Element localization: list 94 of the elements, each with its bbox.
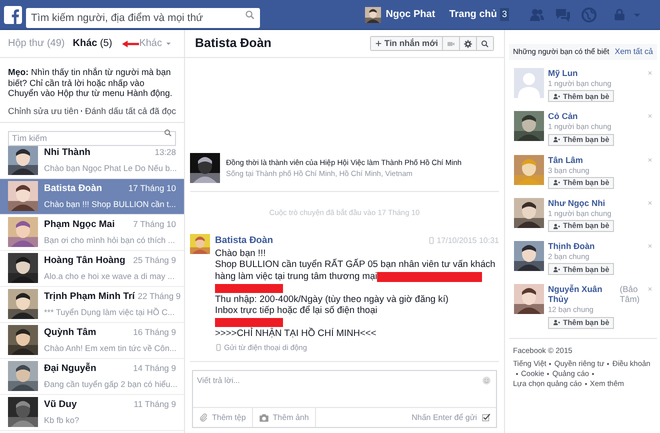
emoji-icon[interactable] — [482, 376, 491, 385]
message-text: Inbox trực tiếp hoặc để lại số điện thoại — [215, 304, 378, 318]
close-icon[interactable] — [647, 286, 653, 292]
caret-icon — [165, 40, 172, 47]
search-field[interactable]: Tìm kiếm — [8, 130, 176, 146]
camera-icon — [258, 412, 269, 422]
message-text: Shop BULLION cần tuyển RẤT GẤP 05 bạn nhân viên tư vấn khách — [215, 258, 496, 272]
settings-button[interactable] — [459, 37, 476, 50]
person-name[interactable]: Cỏ Cản — [548, 111, 578, 122]
thread-item[interactable]: Đại Nguyễn 14 Tháng 9 Đang cần tuyển gấp 2 bạn có hiểu... — [0, 358, 184, 395]
message-text: hàng làm việc tại trung tâm thương mại — [215, 270, 378, 283]
settings-icon — [464, 40, 472, 48]
friends-icon[interactable] — [529, 6, 545, 22]
message-text: >>>>CHỈ NHẬN TẠI HỒ CHÍ MINH<<< — [215, 327, 376, 340]
add-friend-icon — [553, 179, 560, 186]
add-friend-icon — [553, 136, 560, 143]
person-name[interactable]: Như Ngọc Nhi — [548, 198, 606, 208]
message-text: Chào bạn !!! — [215, 246, 266, 260]
thread-item[interactable]: Quỳnh Tâm 16 Tháng 9 Chào Anh! Em xem tin tức về Côn... — [0, 322, 184, 359]
message-time: 17/10/2015 10:31 — [436, 234, 499, 247]
redaction-bar — [215, 284, 283, 292]
globe-icon[interactable] — [581, 6, 597, 22]
phone-icon — [215, 344, 222, 351]
thread-time: 16 Tháng 9 — [133, 326, 176, 340]
thread-name: Nhi Thành — [44, 146, 90, 160]
thread-time: 7 Tháng 10 — [133, 218, 176, 232]
close-icon[interactable] — [647, 243, 653, 249]
thread-name: Hoàng Tân Hoàng — [44, 254, 126, 268]
lock-icon[interactable] — [613, 8, 626, 21]
facebook-logo[interactable] — [4, 6, 22, 24]
phone-icon — [428, 237, 435, 244]
search-icon — [481, 40, 489, 48]
redaction-bar — [215, 318, 283, 327]
thread-item[interactable]: Phạm Ngọc Mai 7 Tháng 10 Bạn ơi cho mình hỏi bạn có thích ... — [0, 214, 184, 251]
tip-link[interactable]: Chỉnh sửa ưu tiên — [8, 104, 78, 118]
plus-icon — [375, 40, 382, 47]
thread-time: 22 Tháng 9 — [138, 290, 181, 304]
thread-time: 11 Tháng 9 — [134, 398, 176, 412]
tip-text: Mẹo: Nhìn thấy tin nhắn từ người mà bạn biết? Chỉ cần trả lời hoặc nhấp vào Chuyển vào Hộp thư từ menu Hành động. — [8, 67, 174, 98]
thread-item[interactable]: Vũ Duy 11 Tháng 9 Kb fb ko? — [0, 394, 184, 431]
thread-name: Batista Đoàn — [44, 182, 102, 196]
thread-snippet: Chào bạn !!! Shop BULLION cần t... — [44, 198, 176, 210]
thread-name: Phạm Ngọc Mai — [44, 218, 115, 232]
close-icon[interactable] — [647, 200, 653, 206]
thread-snippet: Bạn ơi cho mình hỏi bạn có thích ... — [44, 234, 176, 246]
search-field[interactable]: Tìm kiếm người, địa điểm và mọi thứ — [26, 8, 260, 28]
thread-name: Quỳnh Tâm — [44, 326, 96, 340]
search-icon[interactable] — [164, 128, 172, 137]
thread-snippet: *** Tuyển Dụng làm việc tại HỒ C... — [44, 306, 176, 318]
thread-item[interactable]: Trịnh Phạm Minh Trí 22 Tháng 9 *** Tuyển Dụng làm việc tại HỒ C... — [0, 286, 184, 323]
tip-link[interactable]: Đánh dấu tất cả đã đọc — [85, 104, 176, 118]
thread-snippet: Đang cần tuyển gấp 2 bạn có hiểu... — [44, 378, 176, 390]
conversation-title: Batista Đoàn — [195, 35, 272, 52]
folder-tab[interactable]: Khác (5) — [72, 36, 112, 51]
enter-to-send-label: Nhấn Enter để gửi — [412, 412, 477, 424]
thread-time: 25 Tháng 9 — [133, 254, 176, 268]
notification-count: 3 — [500, 8, 509, 22]
avatar-icon — [514, 68, 544, 98]
person-name[interactable]: Tân Lâm — [548, 154, 583, 164]
messages-icon[interactable] — [555, 6, 571, 22]
close-icon[interactable] — [647, 156, 653, 162]
thread-snippet: Chào bạn Ngọc Phat Le Do Nếu b... — [44, 162, 176, 174]
see-all-link[interactable]: Xem tất cả — [614, 46, 653, 58]
add-friend-icon — [553, 266, 560, 273]
thread-name: Trịnh Phạm Minh Trí — [44, 290, 135, 304]
sender-name[interactable]: Batista Đoàn — [215, 234, 274, 248]
thread-time: 13:28 — [154, 146, 176, 160]
close-icon[interactable] — [647, 70, 653, 76]
thread-snippet: Kb fb ko? — [44, 414, 80, 426]
add-friend-icon — [553, 319, 560, 326]
person-name[interactable]: Mỹ Lun — [548, 68, 578, 78]
profile-link[interactable]: Ngọc Phat — [386, 7, 436, 22]
close-icon[interactable] — [647, 113, 653, 120]
person-name[interactable]: Thịnh Đoàn — [548, 241, 595, 251]
home-link[interactable]: Trang chủ — [449, 7, 497, 22]
thread-name: Vũ Duy — [44, 398, 77, 412]
thread-snippet: Alo.a cho e hoi xe wave a di may ... — [44, 270, 176, 282]
thread-item[interactable]: Batista Đoàn 17 Tháng 10 Chào bạn !!! Shop BULLION cần t... — [0, 178, 184, 215]
thread-name: Đại Nguyễn — [44, 362, 96, 376]
paperclip-icon — [199, 413, 208, 422]
add-friend-icon — [553, 222, 560, 230]
thread-time: 14 Tháng 9 — [133, 362, 176, 376]
thread-item[interactable]: Hoàng Tân Hoàng 25 Tháng 9 Alo.a cho e hoi xe wave a di may ... — [0, 250, 184, 287]
search-button[interactable] — [476, 37, 493, 50]
message-text: Thu nhập: 200-400k/Ngày (tùy theo ngày và giờ đăng kí) — [215, 292, 448, 306]
thread-snippet: Chào Anh! Em xem tin tức về Côn... — [44, 342, 176, 354]
search-icon[interactable] — [245, 10, 255, 20]
camera-icon — [447, 40, 455, 48]
person-alias: (Bảo Tâm) — [620, 284, 641, 304]
checkbox[interactable] — [482, 413, 491, 422]
new-message-button[interactable]: Tin nhắn mới — [371, 37, 442, 50]
add-friend-icon — [553, 92, 560, 100]
person-name[interactable]: Nguyễn Xuân Thủy — [548, 284, 618, 304]
thread-time: 17 Tháng 10 — [128, 182, 176, 196]
